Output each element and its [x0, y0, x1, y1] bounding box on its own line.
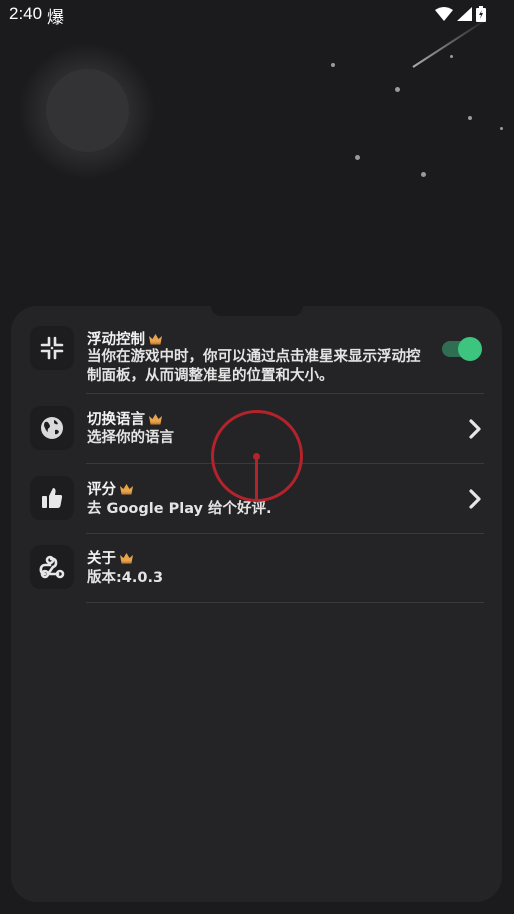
star	[355, 155, 360, 160]
crown-icon	[120, 552, 133, 563]
floating-control-title-text: 浮动控制	[87, 332, 145, 348]
status-bar: 2:40 爆	[0, 0, 514, 30]
floating-control-title: 浮动控制	[87, 328, 163, 349]
setting-floating-control[interactable]: 浮动控制 当你在游戏中时，你可以通过点击准星来显示浮动控制面板，从而调整准星的位…	[28, 322, 484, 394]
rate-icon-box	[30, 476, 74, 520]
divider	[86, 602, 484, 603]
moon	[46, 69, 129, 152]
crosshair-arrows-icon	[40, 336, 64, 360]
setting-about[interactable]: 关于 版本:4.0.3	[28, 534, 484, 603]
crown-icon	[149, 333, 162, 344]
crown-icon	[149, 413, 162, 424]
card-notch	[211, 306, 303, 316]
star	[450, 55, 453, 58]
status-time: 2:40	[9, 4, 43, 23]
switch-language-title: 切换语言	[87, 408, 163, 429]
star	[468, 116, 472, 120]
status-icons	[435, 6, 486, 22]
star	[500, 127, 503, 130]
star	[331, 63, 335, 67]
about-title: 关于	[87, 547, 134, 568]
webhook-icon	[39, 555, 65, 579]
chevron-right-icon[interactable]	[468, 489, 482, 509]
floating-control-icon-box	[30, 326, 74, 370]
rate-title-text: 评分	[87, 482, 116, 498]
thumbs-up-icon	[42, 488, 63, 508]
star	[421, 172, 426, 177]
crosshair-center-dot	[253, 453, 260, 460]
about-title-text: 关于	[87, 551, 116, 567]
chevron-right-icon[interactable]	[468, 419, 482, 439]
switch-language-title-text: 切换语言	[87, 412, 145, 428]
crosshair-line	[255, 456, 258, 501]
rate-title: 评分	[87, 478, 134, 499]
signal-icon	[457, 7, 472, 21]
globe-icon	[41, 417, 63, 439]
wifi-icon	[435, 7, 453, 21]
switch-language-icon-box	[30, 406, 74, 450]
about-icon-box	[30, 545, 74, 589]
about-description: 版本:4.0.3	[87, 570, 164, 586]
star	[395, 87, 400, 92]
floating-control-description: 当你在游戏中时，你可以通过点击准星来显示浮动控制面板，从而调整准星的位置和大小。	[87, 349, 421, 384]
rate-description: 去 Google Play 给个好评.	[87, 501, 272, 517]
app-notification-icon: 爆	[47, 8, 64, 28]
crown-icon	[120, 483, 133, 494]
toggle-thumb	[458, 337, 482, 361]
floating-control-toggle[interactable]	[442, 337, 482, 361]
